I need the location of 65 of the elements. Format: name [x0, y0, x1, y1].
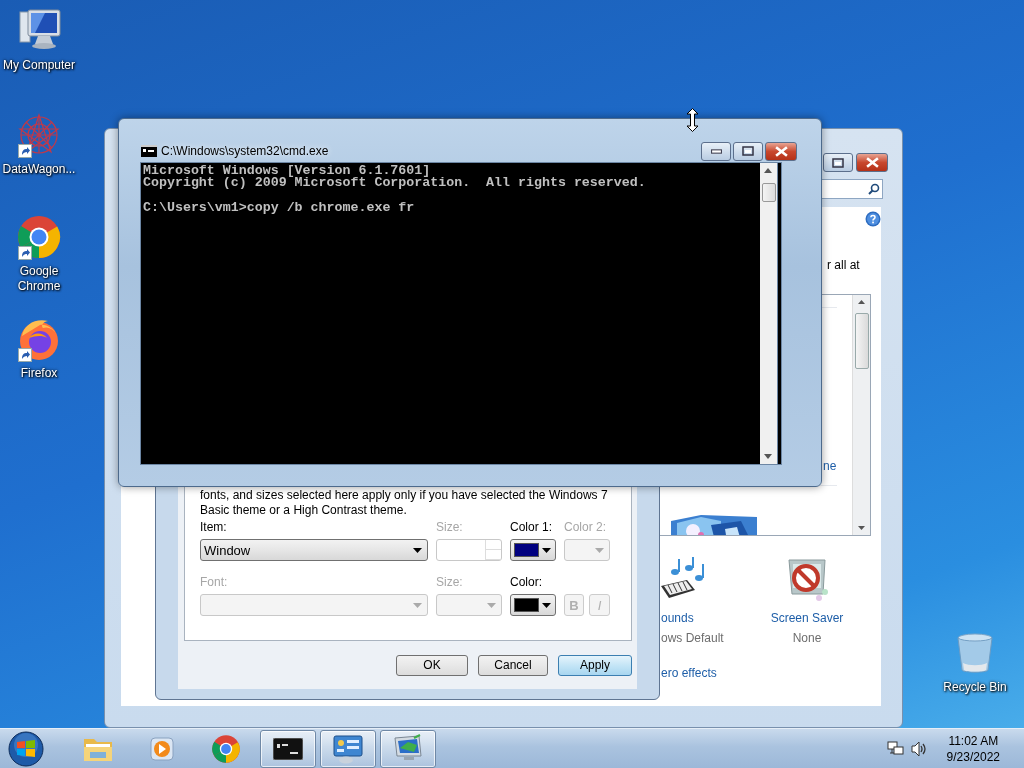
caret-icon: [413, 602, 422, 608]
console-area[interactable]: Microsoft Windows [Version 6.1.7601] Copyright (c) 2009 Microsoft Corporation. All rights reserved. C:\Users\vm1>copy /b chrome.exe fr: [140, 162, 782, 465]
color-picker[interactable]: [510, 539, 556, 561]
scrollbar-thumb[interactable]: [855, 313, 869, 369]
help-icon[interactable]: [865, 211, 881, 227]
caret-icon: [413, 547, 422, 553]
scroll-up-icon[interactable]: [858, 300, 865, 304]
description-text: fonts, and sizes selected here apply only if you have selected the Windows 7 Basic theme or a High Contrast theme.: [200, 488, 609, 518]
setting-value: None: [791, 631, 823, 646]
ok-button[interactable]: OK: [396, 654, 468, 676]
maximize-button[interactable]: [733, 141, 763, 161]
field-label: Color:: [510, 575, 543, 590]
apply-button[interactable]: Apply: [558, 654, 632, 676]
minimize-icon: [710, 148, 722, 154]
console-prompt: C:\Users\vm1>copy /b chrome.exe fr: [143, 199, 415, 215]
chrome-icon[interactable]: [211, 733, 241, 764]
resize-cursor-icon: [686, 108, 699, 132]
desktop-icon-label[interactable]: Firefox: [2, 366, 76, 381]
close-button[interactable]: [856, 153, 888, 172]
minimize-button[interactable]: [701, 141, 731, 161]
setting-link[interactable]: ounds: [661, 611, 694, 626]
scrollbar[interactable]: [760, 162, 778, 465]
desktop-icon-label[interactable]: DataWagon...: [2, 162, 76, 177]
desktop-icon-label[interactable]: Google Chrome: [2, 264, 76, 294]
effects-link[interactable]: ero effects: [661, 666, 717, 681]
theme-link[interactable]: ne: [823, 459, 837, 474]
maximize-icon: [742, 146, 754, 156]
search-field[interactable]: [821, 179, 883, 199]
clock[interactable]: 11:02 AM 9/23/2022: [946, 732, 1000, 765]
setting-link[interactable]: Screen Saver: [765, 611, 849, 626]
color-picker[interactable]: [510, 594, 556, 616]
control-panel-icon[interactable]: [332, 733, 364, 764]
maximize-button[interactable]: [823, 153, 853, 172]
intro-text: r all at: [827, 258, 860, 273]
network-icon[interactable]: [886, 740, 905, 757]
caret-icon: [595, 547, 604, 553]
console-icon: [141, 145, 157, 157]
close-button[interactable]: [765, 141, 797, 161]
scroll-up-icon[interactable]: [764, 168, 772, 173]
field-label: Size:: [436, 575, 464, 590]
dropdown[interactable]: Window: [200, 539, 428, 561]
close-icon: [774, 145, 788, 157]
caret-icon: [487, 602, 496, 608]
scroll-down-icon[interactable]: [764, 454, 772, 459]
field-label: Color 1:: [510, 520, 554, 535]
field-label: Color 2:: [564, 520, 608, 535]
volume-icon[interactable]: [910, 740, 927, 757]
field-label: Font:: [200, 575, 229, 590]
console-line: Microsoft Windows [Version 6.1.7601]: [143, 163, 431, 178]
caret-icon: [542, 602, 551, 608]
search-icon: [868, 183, 880, 195]
caret-icon: [542, 547, 551, 553]
maximize-icon: [832, 157, 844, 168]
setting-value: ows Default: [661, 631, 724, 646]
taskbar-button[interactable]: [260, 729, 316, 768]
scroll-down-icon[interactable]: [858, 526, 865, 530]
cancel-button[interactable]: Cancel: [478, 654, 548, 676]
close-icon: [865, 157, 879, 168]
scrollbar-thumb[interactable]: [762, 183, 776, 202]
window-title: C:\Windows\system32\cmd.exe: [161, 144, 330, 158]
field-label: Item:: [200, 520, 228, 535]
desktop-icon-label[interactable]: My Computer: [2, 58, 76, 73]
console-icon[interactable]: [273, 737, 303, 760]
start-button[interactable]: [6, 728, 46, 768]
field-label: Size:: [436, 520, 464, 535]
